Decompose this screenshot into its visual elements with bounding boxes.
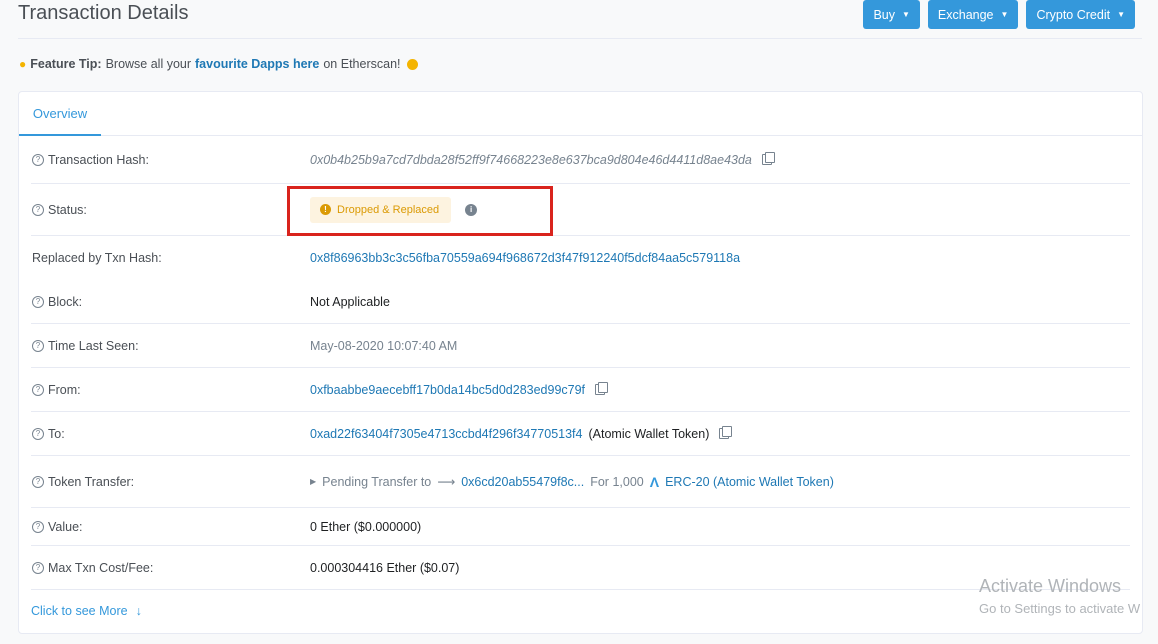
help-icon[interactable]: ? xyxy=(32,475,44,488)
replaced-by-txn-link[interactable]: 0x8f86963bb3c3c56fba70559a694f968672d3f4… xyxy=(310,251,740,265)
feature-tip-text: Browse all your xyxy=(105,57,192,71)
max-fee-label: Max Txn Cost/Fee: xyxy=(48,560,154,575)
to-contract-name: (Atomic Wallet Token) xyxy=(588,426,710,441)
header-divider xyxy=(18,38,1142,39)
tab-bar: Overview xyxy=(19,92,1142,136)
token-transfer-address-link[interactable]: 0x6cd20ab55479f8c... xyxy=(461,475,584,489)
chevron-down-icon: ▼ xyxy=(1117,10,1125,19)
see-more-label: Click to see More xyxy=(31,604,128,618)
exchange-button[interactable]: Exchange ▼ xyxy=(927,0,1019,29)
arrow-down-icon: ↓ xyxy=(135,604,142,618)
atomic-wallet-token-icon: Λ xyxy=(649,473,660,490)
block-label: Block: xyxy=(48,294,83,309)
detail-row-status: ? Status: ! Dropped & Replaced i xyxy=(31,184,1130,236)
max-fee-value: 0.000304416 Ether ($0.07) xyxy=(310,560,460,575)
caret-right-icon: ▶ xyxy=(310,477,317,486)
tab-overview[interactable]: Overview xyxy=(19,92,101,136)
help-icon[interactable]: ? xyxy=(32,295,44,308)
detail-row-block: ? Block: Not Applicable xyxy=(31,280,1130,324)
time-last-seen-label: Time Last Seen: xyxy=(48,338,139,353)
time-last-seen-value: May-08-2020 10:07:40 AM xyxy=(310,338,458,353)
tx-hash-label: Transaction Hash: xyxy=(48,152,149,167)
detail-row-to: ? To: 0xad22f63404f7305e4713ccbd4f296f347… xyxy=(31,412,1130,456)
detail-row-replaced-by: Replaced by Txn Hash: 0x8f86963bb3c3c56f… xyxy=(31,236,1130,280)
transaction-details-card: Overview ? Transaction Hash: 0x0b4b25b9a7… xyxy=(18,91,1143,634)
help-icon[interactable]: ? xyxy=(32,561,44,574)
help-icon[interactable]: ? xyxy=(32,339,44,352)
detail-row-time-last-seen: ? Time Last Seen: May-08-2020 10:07:40 AM xyxy=(31,324,1130,368)
to-label: To: xyxy=(48,426,65,441)
buy-button[interactable]: Buy ▼ xyxy=(863,0,920,29)
detail-row-max-fee: ? Max Txn Cost/Fee: 0.000304416 Ether ($0… xyxy=(31,546,1130,590)
crypto-credit-button[interactable]: Crypto Credit ▼ xyxy=(1026,0,1135,29)
help-icon[interactable]: ? xyxy=(32,203,44,216)
feature-tip-prefix: Feature Tip: xyxy=(30,57,102,71)
crypto-credit-button-label: Crypto Credit xyxy=(1036,7,1111,22)
copy-icon[interactable] xyxy=(719,426,733,439)
pending-transfer-text: Pending Transfer to xyxy=(322,474,432,489)
highlight-box xyxy=(287,186,553,236)
from-label: From: xyxy=(48,382,81,397)
activate-windows-title: Activate Windows xyxy=(979,576,1122,596)
to-address-link[interactable]: 0xad22f63404f7305e4713ccbd4f296f34770513… xyxy=(310,427,582,441)
value-label: Value: xyxy=(48,519,83,534)
detail-row-value: ? Value: 0 Ether ($0.000000) xyxy=(31,508,1130,546)
value-amount: 0 Ether ($0.000000) xyxy=(310,519,422,534)
lightbulb-icon: ● xyxy=(19,57,27,71)
tx-hash-value: 0x0b4b25b9a7cd7dbda28f52ff9f74668223e8e6… xyxy=(310,152,752,167)
block-value: Not Applicable xyxy=(310,294,390,309)
page-title: Transaction Details xyxy=(18,2,189,24)
exchange-button-label: Exchange xyxy=(937,7,994,22)
detail-row-tx-hash: ? Transaction Hash: 0x0b4b25b9a7cd7dbda28… xyxy=(31,136,1130,184)
chevron-down-icon: ▼ xyxy=(901,10,910,19)
arrow-right-icon: ⟶ xyxy=(437,475,456,489)
token-transfer-label: Token Transfer: xyxy=(48,474,135,489)
from-address-link[interactable]: 0xfbaabbe9aecebff17b0da14bc5d0d283ed99c7… xyxy=(310,383,585,397)
top-button-group: Buy ▼ Exchange ▼ Crypto Credit ▼ xyxy=(863,0,1135,29)
token-link[interactable]: ERC-20 (Atomic Wallet Token) xyxy=(665,475,834,489)
copy-icon[interactable] xyxy=(595,382,609,395)
status-label: Status: xyxy=(48,202,87,217)
feature-tip: ● Feature Tip: Browse all your favourite… xyxy=(19,57,418,71)
detail-row-token-transfer: ? Token Transfer: ▶ Pending Transfer to ⟶… xyxy=(31,456,1130,508)
activate-windows-subtitle: Go to Settings to activate W xyxy=(979,601,1141,616)
buy-button-label: Buy xyxy=(873,7,895,22)
smiley-icon xyxy=(406,58,418,70)
copy-icon[interactable] xyxy=(761,152,775,165)
replaced-by-label: Replaced by Txn Hash: xyxy=(32,251,162,265)
help-icon[interactable]: ? xyxy=(32,153,44,166)
help-icon[interactable]: ? xyxy=(32,383,44,396)
detail-row-from: ? From: 0xfbaabbe9aecebff17b0da14bc5d0d28… xyxy=(31,368,1130,412)
favourite-dapps-link[interactable]: favourite Dapps here xyxy=(195,57,319,71)
help-icon[interactable]: ? xyxy=(32,427,44,440)
see-more-link[interactable]: Click to see More ↓ xyxy=(31,604,142,618)
chevron-down-icon: ▼ xyxy=(1000,10,1009,19)
feature-tip-text-end: on Etherscan! xyxy=(323,57,401,71)
help-icon[interactable]: ? xyxy=(32,520,44,533)
token-transfer-amount: For 1,000 xyxy=(590,474,644,489)
